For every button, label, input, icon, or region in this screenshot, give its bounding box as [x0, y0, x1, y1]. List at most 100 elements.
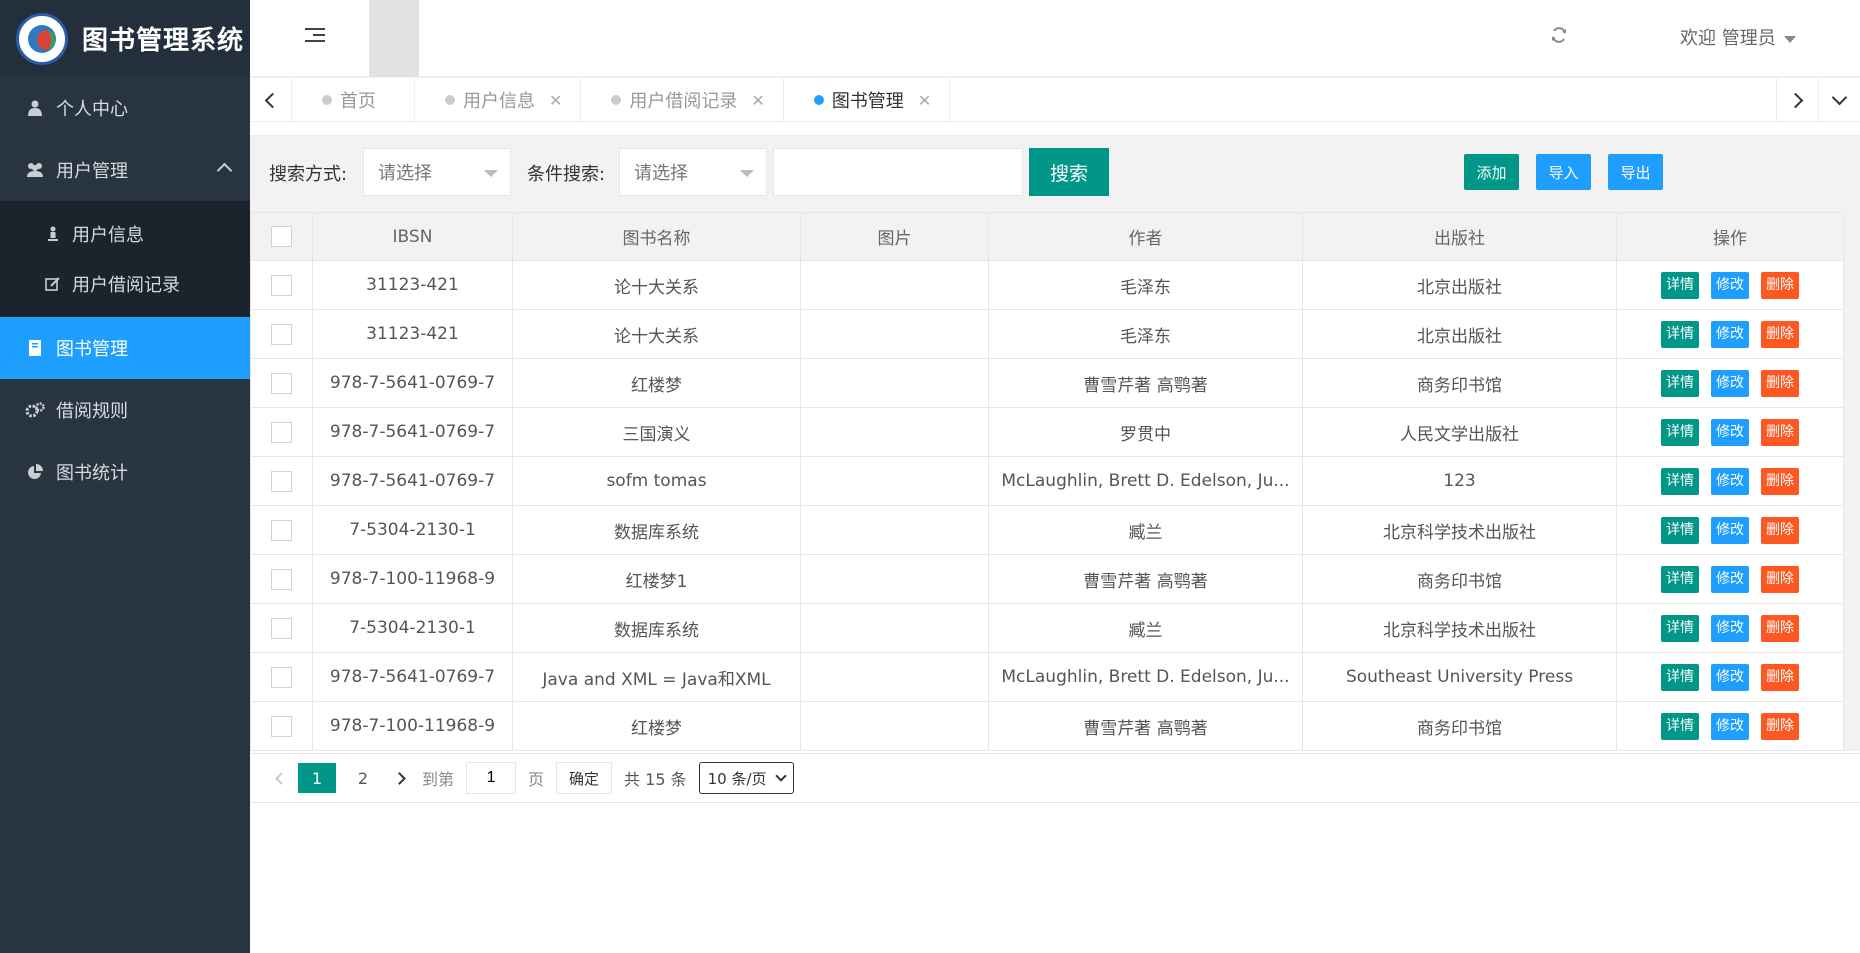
ibsn-cell: 7-5304-2130-1: [312, 603, 513, 653]
prev-page-button[interactable]: [264, 763, 294, 793]
publisher-cell: 商务印书馆: [1302, 358, 1617, 408]
close-icon[interactable]: ✕: [751, 91, 764, 110]
close-icon[interactable]: ✕: [549, 91, 562, 110]
title-cell: 红楼梦: [512, 358, 801, 408]
detail-button[interactable]: 详情: [1661, 712, 1699, 740]
row-checkbox[interactable]: [271, 470, 292, 492]
delete-button[interactable]: 删除: [1761, 516, 1799, 544]
detail-button[interactable]: 详情: [1661, 663, 1699, 691]
detail-button[interactable]: 详情: [1661, 271, 1699, 299]
detail-button[interactable]: 详情: [1661, 516, 1699, 544]
ibsn-cell: 978-7-100-11968-9: [312, 554, 513, 604]
gears-icon: [24, 402, 46, 418]
edit-button[interactable]: 修改: [1711, 565, 1749, 593]
delete-button[interactable]: 删除: [1761, 418, 1799, 446]
row-checkbox[interactable]: [271, 519, 292, 541]
top-header: 欢迎 管理员: [250, 0, 1860, 77]
keyword-input[interactable]: [773, 148, 1023, 196]
author-cell: McLaughlin, Brett D. Edelson, Ju...: [988, 456, 1303, 506]
delete-button[interactable]: 删除: [1761, 663, 1799, 691]
page-number[interactable]: 2: [344, 763, 382, 793]
goto-label: 到第: [422, 770, 455, 789]
sidebar-item-user-info[interactable]: 用户信息: [0, 209, 250, 259]
publisher-cell: 北京出版社: [1302, 260, 1617, 310]
import-button[interactable]: 导入: [1536, 154, 1591, 190]
sidebar-item-personal-center[interactable]: 个人中心: [0, 77, 250, 139]
delete-button[interactable]: 删除: [1761, 565, 1799, 593]
close-icon[interactable]: ✕: [918, 91, 931, 110]
tabs-scroll-right-button[interactable]: [1776, 78, 1818, 122]
edit-button[interactable]: 修改: [1711, 712, 1749, 740]
row-checkbox[interactable]: [271, 421, 292, 443]
search-mode-select[interactable]: 请选择: [363, 148, 511, 196]
detail-button[interactable]: 详情: [1661, 369, 1699, 397]
edit-button[interactable]: 修改: [1711, 320, 1749, 348]
image-cell: [800, 358, 989, 408]
page-number[interactable]: 1: [298, 763, 336, 793]
condition-select[interactable]: 请选择: [619, 148, 767, 196]
detail-button[interactable]: 详情: [1661, 467, 1699, 495]
publisher-cell: 北京出版社: [1302, 309, 1617, 359]
actions-cell: 详情 修改 删除: [1616, 554, 1844, 604]
detail-button[interactable]: 详情: [1661, 614, 1699, 642]
refresh-icon[interactable]: [1550, 26, 1572, 48]
actions-cell: 详情 修改 删除: [1616, 456, 1844, 506]
next-page-button[interactable]: [386, 763, 416, 793]
sidebar-item-borrow-records[interactable]: 用户借阅记录: [0, 259, 250, 309]
row-checkbox[interactable]: [271, 323, 292, 345]
delete-button[interactable]: 删除: [1761, 467, 1799, 495]
sidebar-item-user-management[interactable]: 用户管理: [0, 139, 250, 201]
edit-button[interactable]: 修改: [1711, 614, 1749, 642]
row-checkbox[interactable]: [271, 666, 292, 688]
sidebar-item-book-statistics[interactable]: 图书统计: [0, 441, 250, 503]
table-scrollbar[interactable]: [1843, 212, 1860, 751]
search-button[interactable]: 搜索: [1029, 148, 1109, 196]
image-cell: [800, 603, 989, 653]
select-all-checkbox[interactable]: [271, 226, 292, 247]
chevron-left-icon: [274, 771, 288, 785]
tabs-more-button[interactable]: [1818, 78, 1860, 122]
user-menu[interactable]: 欢迎 管理员: [1680, 24, 1796, 50]
table-header-row: IBSN 图书名称 图片 作者 出版社 操作: [250, 212, 1844, 261]
edit-button[interactable]: 修改: [1711, 369, 1749, 397]
users-icon: [24, 162, 46, 178]
page-size-select[interactable]: 10 条/页: [698, 762, 794, 794]
delete-button[interactable]: 删除: [1761, 712, 1799, 740]
row-checkbox[interactable]: [271, 617, 292, 639]
row-select-cell: [250, 260, 313, 310]
edit-button[interactable]: 修改: [1711, 663, 1749, 691]
add-button[interactable]: 添加: [1464, 154, 1519, 190]
delete-button[interactable]: 删除: [1761, 320, 1799, 348]
menu-toggle-icon[interactable]: [305, 28, 325, 48]
edit-button[interactable]: 修改: [1711, 418, 1749, 446]
tab-home[interactable]: 首页: [292, 78, 415, 122]
tab-book-management[interactable]: 图书管理 ✕: [784, 78, 951, 122]
ibsn-cell: 978-7-5641-0769-7: [312, 652, 513, 702]
row-checkbox[interactable]: [271, 568, 292, 590]
row-checkbox[interactable]: [271, 274, 292, 296]
row-checkbox[interactable]: [271, 715, 292, 737]
edit-button[interactable]: 修改: [1711, 271, 1749, 299]
row-checkbox[interactable]: [271, 372, 292, 394]
ibsn-cell: 31123-421: [312, 260, 513, 310]
search-toolbar: 搜索方式: 请选择 条件搜索: 请选择 搜索 添加 导入 导出: [250, 136, 1860, 212]
sidebar-item-book-management[interactable]: 图书管理: [0, 317, 250, 379]
tab-borrow-records[interactable]: 用户借阅记录 ✕: [581, 78, 784, 122]
edit-button[interactable]: 修改: [1711, 516, 1749, 544]
tabs-scroll-left-button[interactable]: [250, 78, 292, 122]
goto-page-input[interactable]: [466, 762, 517, 794]
export-button[interactable]: 导出: [1608, 154, 1663, 190]
detail-button[interactable]: 详情: [1661, 418, 1699, 446]
tab-user-info[interactable]: 用户信息 ✕: [415, 78, 582, 122]
detail-button[interactable]: 详情: [1661, 565, 1699, 593]
page-suffix: 页: [528, 770, 545, 789]
delete-button[interactable]: 删除: [1761, 614, 1799, 642]
goto-confirm-button[interactable]: 确定: [556, 762, 613, 794]
delete-button[interactable]: 删除: [1761, 271, 1799, 299]
detail-button[interactable]: 详情: [1661, 320, 1699, 348]
delete-button[interactable]: 删除: [1761, 369, 1799, 397]
image-cell: [800, 505, 989, 555]
edit-button[interactable]: 修改: [1711, 467, 1749, 495]
sidebar-item-borrow-rules[interactable]: 借阅规则: [0, 379, 250, 441]
row-select-cell: [250, 652, 313, 702]
